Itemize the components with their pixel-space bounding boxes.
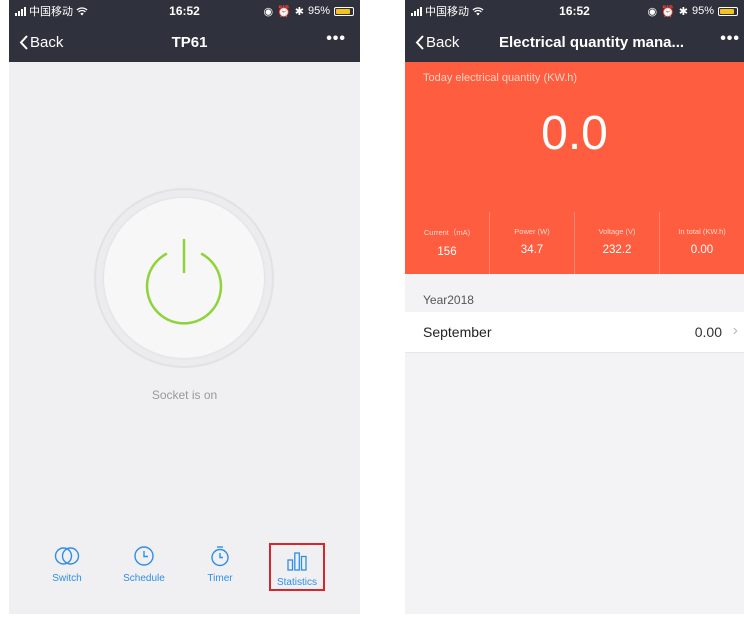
nav-bar: Back Electrical quantity mana... ••• bbox=[405, 22, 744, 62]
metric-label: Power (W) bbox=[514, 227, 550, 236]
tab-label: Schedule bbox=[123, 573, 165, 584]
status-bar: 中国移动 16:52 ◉ ⏰ ✱ 95% bbox=[405, 0, 744, 22]
power-icon bbox=[145, 238, 223, 325]
tab-label: Switch bbox=[52, 573, 82, 584]
today-summary-panel: Today electrical quantity (KW.h) 0.0 Cur… bbox=[405, 62, 744, 274]
back-label: Back bbox=[426, 33, 460, 51]
chevron-left-icon bbox=[415, 34, 424, 50]
today-value: 0.0 bbox=[541, 107, 608, 160]
power-button[interactable] bbox=[94, 188, 274, 368]
month-name: September bbox=[423, 324, 492, 340]
metric-label: In total (KW.h) bbox=[678, 227, 726, 236]
today-label: Today electrical quantity (KW.h) bbox=[423, 72, 578, 84]
phone-screen-device: 中国移动 16:52 ◉ ⏰ ✱ 95% Back TP61 ••• Socke… bbox=[9, 0, 360, 614]
clock-icon bbox=[134, 546, 154, 566]
metric-value: 34.7 bbox=[520, 244, 544, 256]
tab-schedule[interactable]: Schedule bbox=[112, 545, 176, 584]
tab-bar: Switch Schedule Timer Statistics bbox=[9, 543, 360, 595]
metric-power: Power (W) 34.7 bbox=[490, 212, 575, 274]
tab-switch[interactable]: Switch bbox=[35, 545, 99, 584]
bar-chart-icon bbox=[287, 552, 307, 571]
back-label: Back bbox=[30, 33, 64, 51]
metric-voltage: Voltage (V) 232.2 bbox=[575, 212, 660, 274]
stopwatch-icon bbox=[211, 546, 229, 567]
metric-label: Voltage (V) bbox=[598, 227, 636, 236]
tab-label: Timer bbox=[207, 573, 233, 584]
tab-statistics[interactable]: Statistics bbox=[269, 543, 325, 591]
battery-icon bbox=[718, 6, 738, 16]
year-header: Year2018 bbox=[423, 293, 474, 307]
bluetooth-icon: ✱ bbox=[678, 5, 688, 18]
alarm-icon: ⏰ bbox=[277, 5, 291, 18]
metric-value: 156 bbox=[437, 246, 457, 258]
switch-icon bbox=[54, 547, 80, 565]
phone-screen-electricity: 中国移动 16:52 ◉ ⏰ ✱ 95% Back Electrical qua… bbox=[405, 0, 744, 614]
alarm-icon: ⏰ bbox=[661, 5, 675, 18]
more-icon[interactable]: ••• bbox=[720, 30, 740, 48]
nav-bar: Back TP61 ••• bbox=[9, 22, 360, 62]
location-icon: ◉ bbox=[263, 5, 274, 18]
back-button[interactable]: Back bbox=[19, 34, 63, 51]
bluetooth-icon: ✱ bbox=[294, 5, 304, 18]
page-title: Electrical quantity mana... bbox=[498, 33, 685, 51]
metric-value: 0.00 bbox=[690, 244, 714, 256]
more-icon[interactable]: ••• bbox=[326, 30, 346, 48]
month-value: 0.00 bbox=[694, 324, 722, 340]
metric-total: In total (KW.h) 0.00 bbox=[660, 212, 744, 274]
location-icon: ◉ bbox=[647, 5, 658, 18]
power-button-face[interactable] bbox=[104, 198, 264, 358]
metrics-row: Current（mA) 156 Power (W) 34.7 Voltage (… bbox=[405, 212, 744, 274]
page-title: TP61 bbox=[171, 33, 208, 51]
back-button[interactable]: Back bbox=[415, 34, 459, 51]
tab-label: Statistics bbox=[276, 577, 317, 588]
status-bar: 中国移动 16:52 ◉ ⏰ ✱ 95% bbox=[9, 0, 360, 22]
battery-percent: 95% bbox=[691, 5, 714, 17]
metric-label: Current（mA) bbox=[423, 228, 471, 237]
list-item[interactable]: September 0.00 › bbox=[405, 312, 744, 353]
chevron-left-icon bbox=[19, 34, 28, 50]
metric-value: 232.2 bbox=[602, 244, 632, 256]
socket-status: Socket is on bbox=[151, 388, 218, 402]
chevron-right-icon: › bbox=[732, 322, 738, 339]
metric-current: Current（mA) 156 bbox=[405, 212, 490, 274]
tab-timer[interactable]: Timer bbox=[188, 545, 252, 584]
battery-icon bbox=[334, 6, 354, 16]
battery-percent: 95% bbox=[307, 5, 330, 17]
